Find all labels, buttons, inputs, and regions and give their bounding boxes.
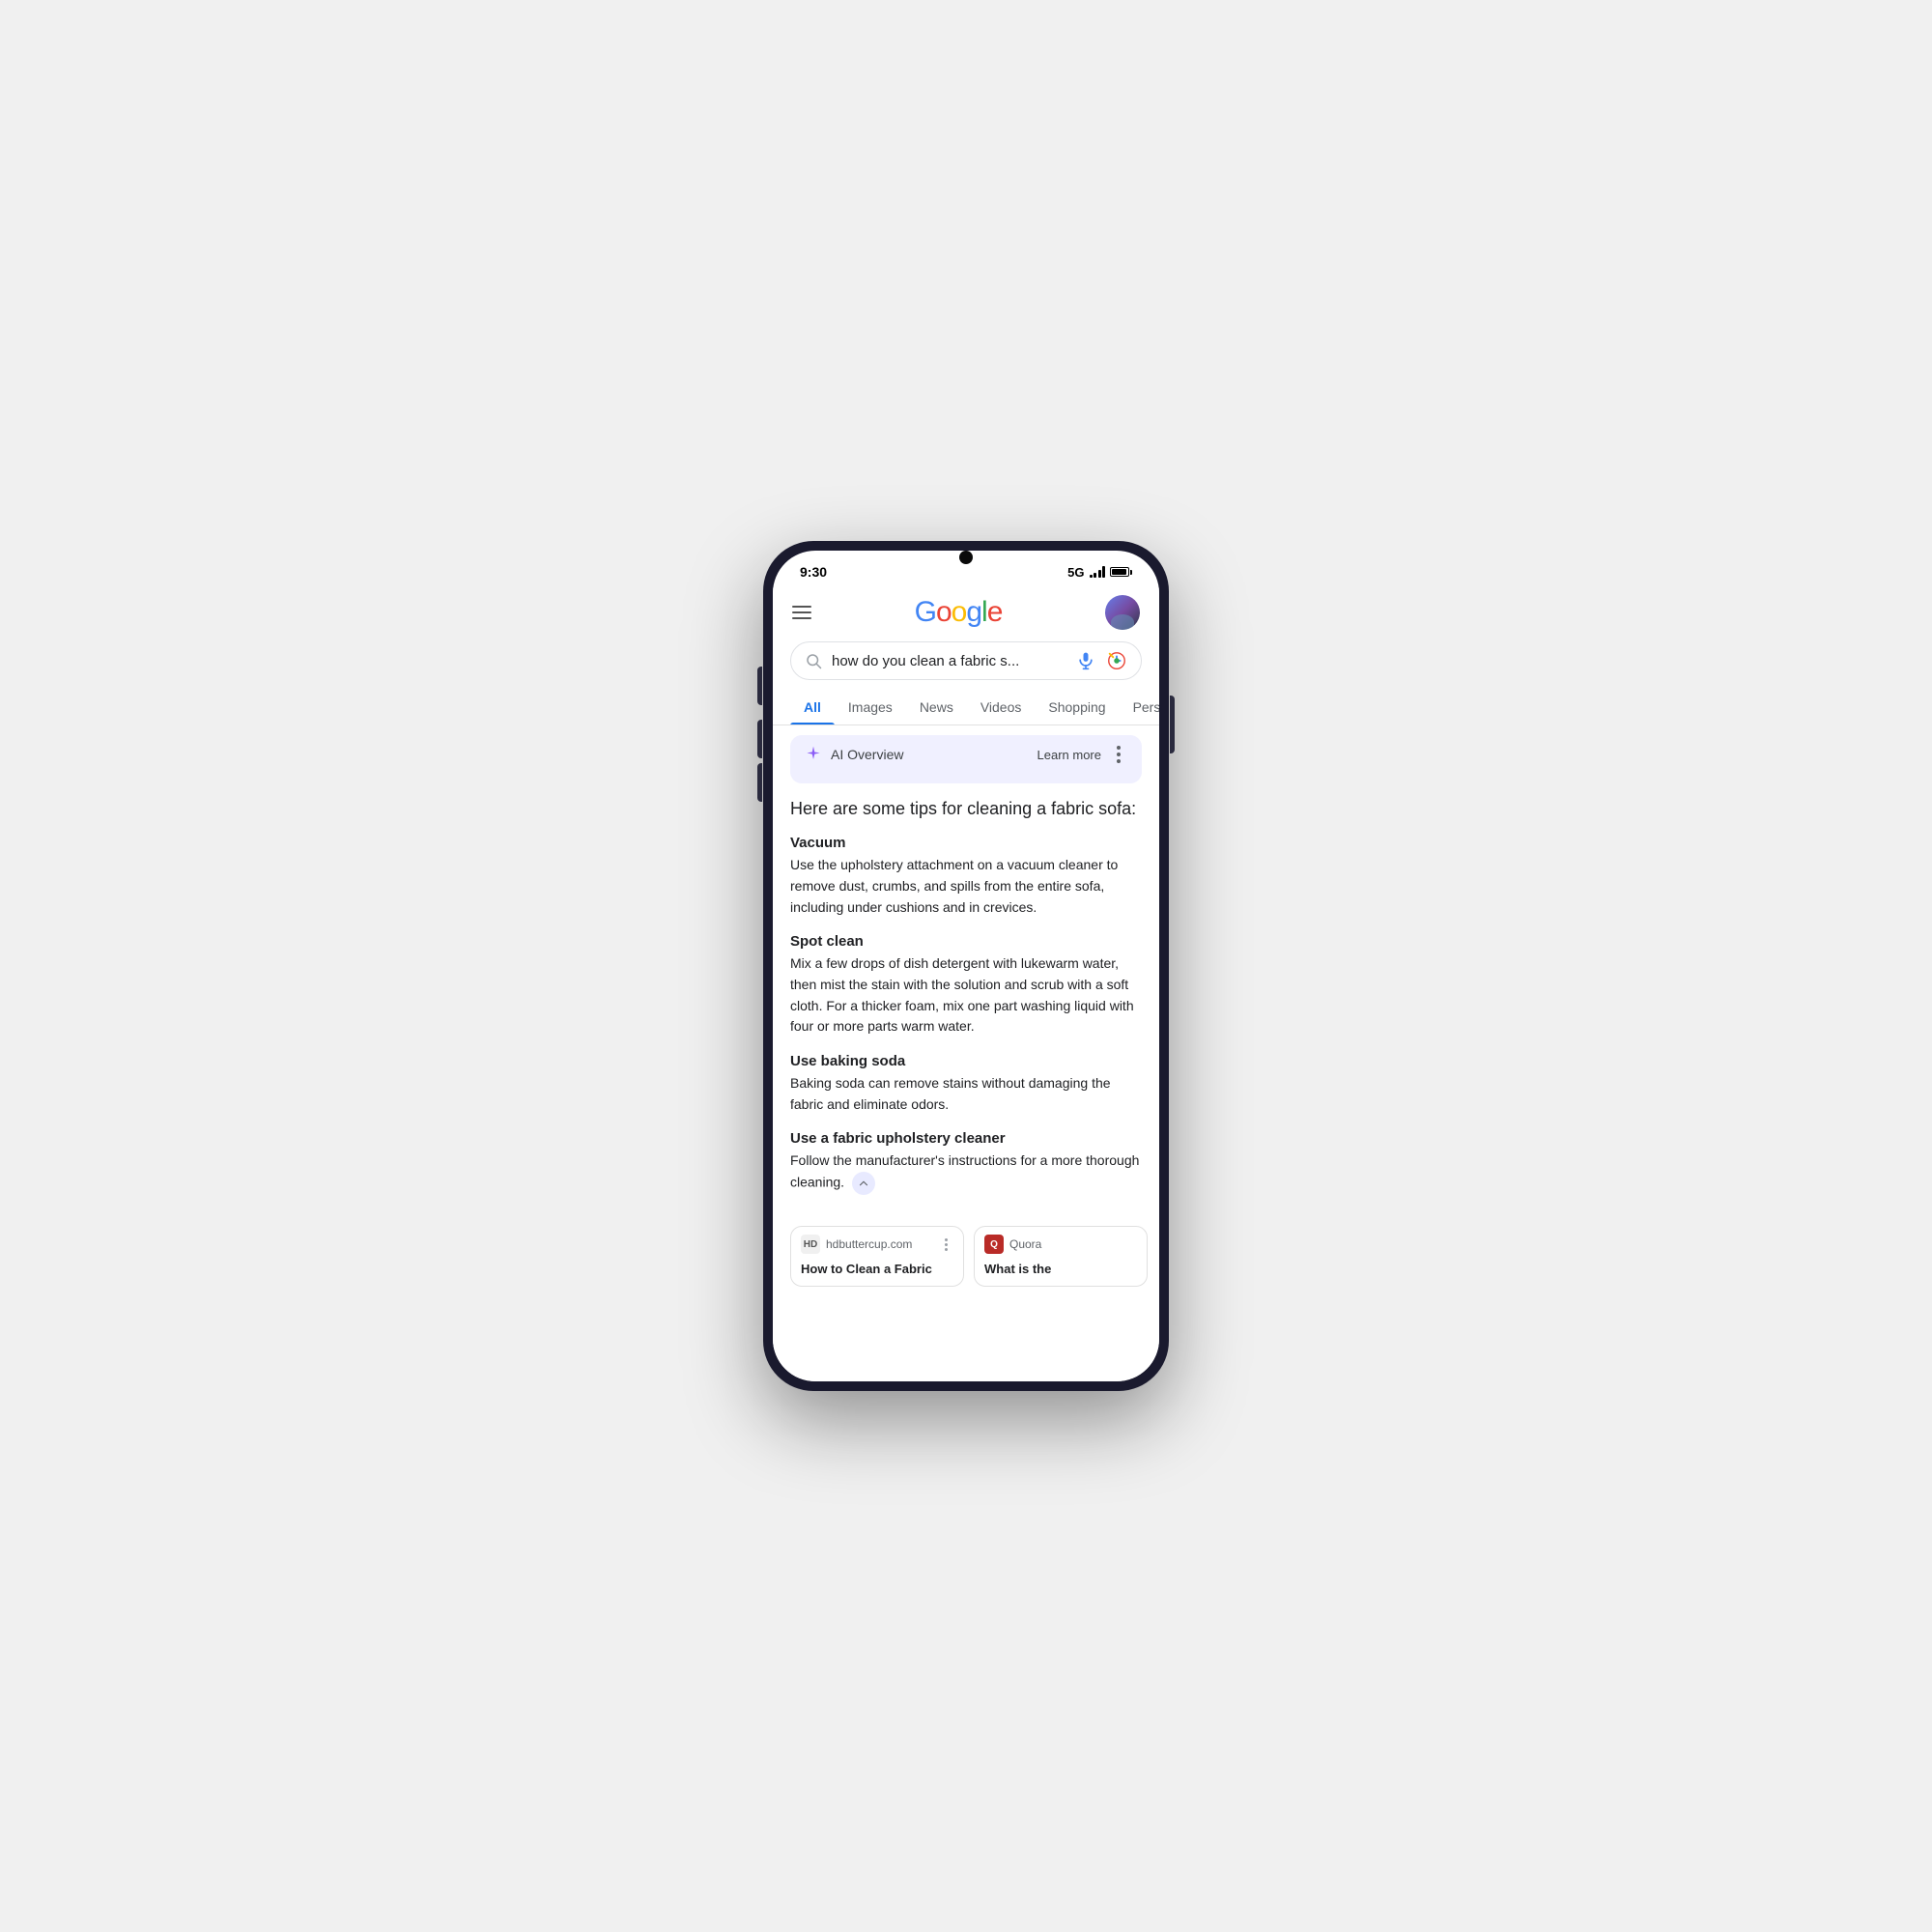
- tab-personal[interactable]: Pers…: [1120, 690, 1159, 724]
- tip-spot-clean-title: Spot clean: [790, 933, 1142, 950]
- ai-overview-menu-icon[interactable]: [1109, 745, 1128, 764]
- tab-shopping[interactable]: Shopping: [1035, 690, 1119, 724]
- source-card-header-1: HD hdbuttercup.com: [791, 1227, 963, 1262]
- source-card-title-1: How to Clean a Fabric: [791, 1262, 963, 1286]
- tip-fabric-cleaner-title: Use a fabric upholstery cleaner: [790, 1130, 1142, 1147]
- battery-icon: [1110, 567, 1132, 577]
- source-domain-quora: Quora: [1009, 1237, 1137, 1251]
- source-card-title-quora: What is the: [975, 1262, 1147, 1286]
- source-card-header-2: Q Quora: [975, 1227, 1147, 1262]
- search-icon: [805, 652, 822, 669]
- source-cards: HD hdbuttercup.com How to Clean a Fabric…: [773, 1216, 1159, 1296]
- collapse-button[interactable]: [852, 1172, 875, 1195]
- tip-baking-soda-title: Use baking soda: [790, 1053, 1142, 1069]
- source-domain-1: hdbuttercup.com: [826, 1237, 932, 1251]
- phone-frame: 9:30 5G: [763, 541, 1169, 1391]
- google-logo: Google: [915, 596, 1003, 629]
- source-menu-1[interactable]: [938, 1236, 953, 1252]
- learn-more-link[interactable]: Learn more: [1037, 748, 1101, 762]
- search-bar[interactable]: how do you clean a fabric s...: [790, 641, 1142, 680]
- signal-bars-icon: [1090, 566, 1106, 578]
- source-favicon-quora: Q: [984, 1235, 1004, 1254]
- tip-vacuum: Vacuum Use the upholstery attachment on …: [790, 835, 1142, 918]
- tab-images[interactable]: Images: [835, 690, 906, 724]
- tip-fabric-cleaner-desc: Follow the manufacturer's instructions f…: [790, 1151, 1142, 1195]
- search-query: how do you clean a fabric s...: [832, 653, 1065, 669]
- ai-overview-actions: Learn more: [1037, 745, 1128, 764]
- tips-heading: Here are some tips for cleaning a fabric…: [790, 797, 1142, 821]
- camera-notch: [959, 551, 973, 564]
- tab-all[interactable]: All: [790, 690, 835, 724]
- tip-baking-soda: Use baking soda Baking soda can remove s…: [790, 1053, 1142, 1115]
- tip-baking-soda-desc: Baking soda can remove stains without da…: [790, 1073, 1142, 1115]
- source-favicon-1: HD: [801, 1235, 820, 1254]
- source-card-quora[interactable]: Q Quora What is the: [974, 1226, 1148, 1287]
- ai-overview-title: AI Overview: [804, 745, 903, 764]
- network-label: 5G: [1067, 565, 1084, 580]
- ai-spark-icon: [804, 745, 823, 764]
- tip-vacuum-title: Vacuum: [790, 835, 1142, 851]
- google-lens-icon[interactable]: [1106, 650, 1127, 671]
- hamburger-menu-icon[interactable]: [792, 606, 811, 619]
- mic-icon[interactable]: [1075, 650, 1096, 671]
- status-time: 9:30: [800, 564, 827, 580]
- tab-news[interactable]: News: [906, 690, 967, 724]
- screen-content[interactable]: Google how do you clean a fabric s...: [773, 587, 1159, 1381]
- status-icons: 5G: [1067, 565, 1132, 580]
- tip-vacuum-desc: Use the upholstery attachment on a vacuu…: [790, 855, 1142, 918]
- phone-screen: 9:30 5G: [773, 551, 1159, 1381]
- tab-videos[interactable]: Videos: [967, 690, 1036, 724]
- content-area: Here are some tips for cleaning a fabric…: [773, 791, 1159, 1216]
- google-header: Google: [773, 587, 1159, 638]
- tip-spot-clean-desc: Mix a few drops of dish detergent with l…: [790, 953, 1142, 1037]
- source-card-hdbuttercup[interactable]: HD hdbuttercup.com How to Clean a Fabric: [790, 1226, 964, 1287]
- ai-overview-section: AI Overview Learn more: [790, 735, 1142, 783]
- filter-tabs: All Images News Videos Shopping Pers…: [773, 690, 1159, 725]
- ai-overview-label: AI Overview: [831, 747, 903, 762]
- ai-overview-header: AI Overview Learn more: [804, 745, 1128, 764]
- tip-spot-clean: Spot clean Mix a few drops of dish deter…: [790, 933, 1142, 1037]
- tip-fabric-cleaner: Use a fabric upholstery cleaner Follow t…: [790, 1130, 1142, 1195]
- avatar[interactable]: [1105, 595, 1140, 630]
